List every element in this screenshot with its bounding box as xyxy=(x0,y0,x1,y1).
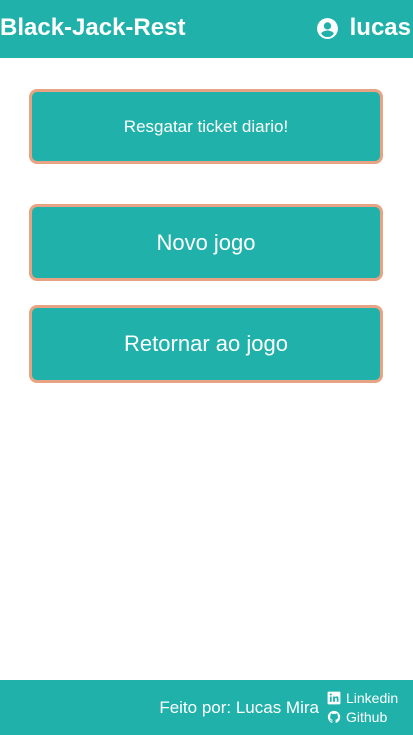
social-links: Linkedin Github xyxy=(327,688,398,726)
account-circle-icon xyxy=(316,17,338,39)
username-label: lucas xyxy=(349,14,411,41)
github-link[interactable]: Github xyxy=(327,707,398,726)
github-icon xyxy=(327,710,341,723)
github-link-label: Github xyxy=(346,708,388,725)
linkedin-link-label: Linkedin xyxy=(346,689,399,706)
linkedin-link[interactable]: Linkedin xyxy=(327,688,398,707)
return-to-game-button[interactable]: Retornar ao jogo xyxy=(29,305,383,383)
author-credit: Feito por: Lucas Mira xyxy=(159,698,319,717)
claim-daily-ticket-button[interactable]: Resgatar ticket diario! xyxy=(29,89,383,164)
linkedin-icon xyxy=(327,691,341,704)
new-game-button[interactable]: Novo jogo xyxy=(29,204,383,281)
user-menu[interactable]: lucas xyxy=(315,14,411,42)
app-header: Black-Jack-Rest lucas xyxy=(0,0,413,58)
app-title: Black-Jack-Rest xyxy=(0,14,186,41)
